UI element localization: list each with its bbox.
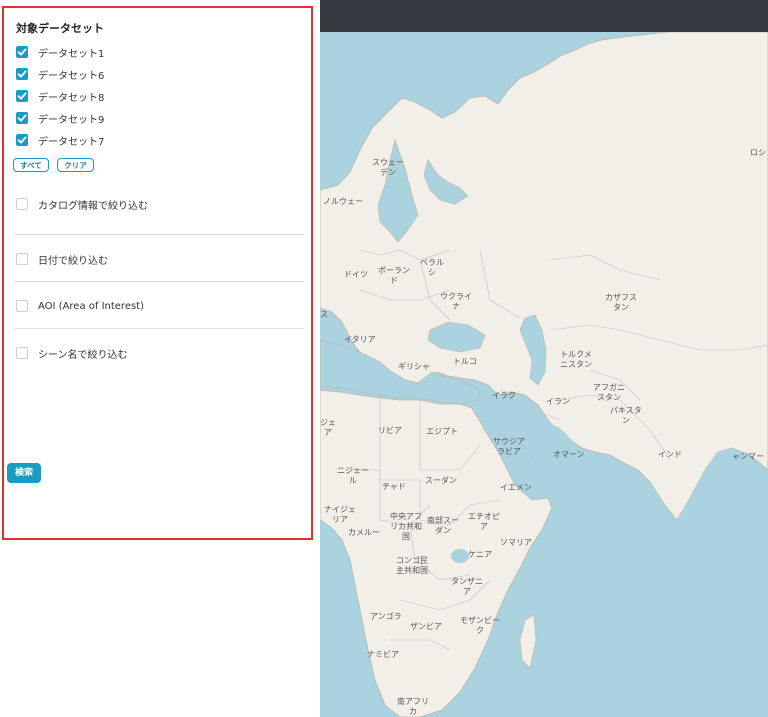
map-label: イラン [546, 397, 570, 406]
filter-catalog-row[interactable]: カタログ情報で絞り込む [16, 197, 148, 212]
filter-label: AOI (Area of Interest) [38, 300, 145, 312]
map-label: イタリア [344, 335, 376, 344]
search-panel: 対象データセット データセット1 データセット6 データセット8 データセット9… [2, 6, 313, 540]
divider [14, 281, 304, 282]
filter-label: カタログ情報で絞り込む [38, 200, 148, 212]
map-label: ャンマー [732, 452, 764, 461]
map-label: アフガニ スタン [593, 383, 625, 402]
map-label: ジェ ア [320, 418, 336, 437]
map-label: ケニア [468, 550, 492, 559]
map-label: トルクメ ニスタン [560, 350, 592, 369]
top-bar [320, 0, 768, 32]
map-label: ウクライ ナ [440, 292, 472, 311]
dataset-label: データセット8 [38, 92, 105, 104]
map-label: イラク [492, 391, 516, 400]
map-label: ギリシャ [398, 362, 430, 371]
checkbox-checked-icon[interactable] [16, 134, 28, 146]
filter-aoi-row[interactable]: AOI (Area of Interest) [16, 299, 144, 313]
map-label: ポーラン ド [378, 266, 410, 285]
map-label: ニジェー ル [337, 466, 369, 485]
filter-label: 日付で絞り込む [38, 255, 108, 267]
map-label: カメルー [348, 528, 380, 537]
dataset-checkbox-row[interactable]: データセット6 [16, 67, 105, 82]
map-label: ドイツ [344, 270, 368, 279]
dataset-label: データセット9 [38, 114, 105, 126]
map-label: モザンビー ク [460, 616, 500, 635]
dataset-checkbox-row[interactable]: データセット9 [16, 111, 105, 126]
map-label: 南部スー ダン [427, 516, 459, 535]
divider [14, 234, 304, 235]
dataset-checkbox-row[interactable]: データセット8 [16, 89, 105, 104]
filter-label: シーン名で絞り込む [38, 349, 128, 361]
map-land-layer [320, 31, 768, 717]
dataset-section-title: 対象データセット [16, 22, 104, 35]
dataset-checkbox-row[interactable]: データセット1 [16, 45, 105, 60]
clear-button[interactable]: クリア [57, 158, 94, 172]
select-all-button[interactable]: すべて [13, 158, 49, 172]
checkbox-unchecked-icon[interactable] [16, 347, 28, 359]
checkbox-unchecked-icon[interactable] [16, 198, 28, 210]
map-label: ザンビア [410, 622, 442, 631]
map-label: サウジア ラビア [493, 437, 525, 456]
filter-scene-name-row[interactable]: シーン名で絞り込む [16, 346, 128, 361]
map-label: ソマリア [500, 538, 532, 547]
search-button[interactable]: 検索 [7, 463, 41, 483]
map-label: ス [320, 310, 328, 319]
map-label: 南アフリ カ [397, 697, 429, 716]
map-label: カザフス タン [605, 293, 637, 312]
map-label: ベラル シ [420, 258, 444, 277]
map-label: イエメン [500, 483, 532, 492]
map-label: チャド [382, 482, 406, 491]
dataset-label: データセット7 [38, 136, 105, 148]
map-label: トルコ [453, 357, 477, 366]
map-label: エジプト [426, 427, 458, 436]
dataset-label: データセット6 [38, 70, 105, 82]
map-label: アンゴラ [370, 612, 402, 621]
checkbox-checked-icon[interactable] [16, 68, 28, 80]
map-label: エチオピ ア [468, 512, 500, 531]
dataset-checkbox-row[interactable]: データセット7 [16, 133, 105, 148]
map-label: ノルウェー [323, 197, 363, 206]
map-label: オマーン [553, 450, 585, 459]
map-label: パキスタ ン [610, 406, 642, 425]
checkbox-unchecked-icon[interactable] [16, 253, 28, 265]
map-label: スウェー デン [372, 158, 404, 177]
world-map[interactable]: スウェー デン ノルウェー ロシ ドイツ ポーラン ド ベラル シ ウクライ ナ… [320, 0, 768, 717]
checkbox-checked-icon[interactable] [16, 46, 28, 58]
filter-date-row[interactable]: 日付で絞り込む [16, 252, 108, 267]
map-label: 中央アフ リカ共和 国 [390, 512, 422, 541]
map-label: ナミビア [367, 650, 399, 659]
map-label: インド [658, 450, 682, 459]
checkbox-unchecked-icon[interactable] [16, 300, 28, 312]
divider [14, 328, 304, 329]
map-label: ナイジェ リア [324, 505, 356, 524]
map-label: ロシ [750, 148, 766, 157]
checkbox-checked-icon[interactable] [16, 90, 28, 102]
checkbox-checked-icon[interactable] [16, 112, 28, 124]
map-label: スーダン [425, 476, 457, 485]
dataset-label: データセット1 [38, 48, 105, 60]
map-label: リビア [378, 426, 402, 435]
map-label: コンゴ民 主共和国 [396, 556, 428, 575]
map-label: タンザニ ア [451, 577, 483, 596]
